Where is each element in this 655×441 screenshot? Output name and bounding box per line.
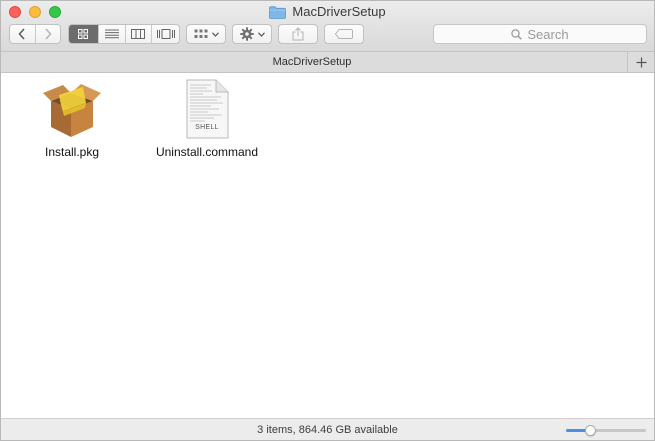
columns-icon bbox=[131, 29, 146, 39]
status-bar: 3 items, 864.46 GB available bbox=[1, 418, 654, 440]
back-button[interactable] bbox=[10, 25, 35, 43]
gear-icon bbox=[239, 27, 254, 41]
file-item-uninstall-command[interactable]: SHELL Uninstall.command bbox=[147, 79, 267, 159]
tag-icon bbox=[335, 29, 353, 39]
tab-bar: MacDriverSetup bbox=[1, 52, 654, 73]
arrange-button[interactable] bbox=[186, 24, 226, 44]
file-icon-view: Install.pkg SHELL Uninstall.command bbox=[1, 73, 654, 418]
file-name: Uninstall.command bbox=[155, 145, 259, 159]
title-bar: MacDriverSetup Search bbox=[1, 1, 654, 52]
search-placeholder: Search bbox=[527, 26, 569, 42]
file-item-install-pkg[interactable]: Install.pkg bbox=[27, 81, 117, 159]
chevron-left-icon bbox=[18, 28, 26, 40]
icon-view-button[interactable] bbox=[69, 25, 98, 43]
coverflow-view-button[interactable] bbox=[151, 25, 179, 43]
forward-button[interactable] bbox=[34, 25, 60, 43]
column-view-button[interactable] bbox=[124, 25, 152, 43]
grid-icon bbox=[78, 29, 89, 39]
slider-knob[interactable] bbox=[585, 425, 596, 436]
chevron-down-icon bbox=[211, 31, 219, 37]
icon-size-slider[interactable] bbox=[566, 425, 646, 436]
share-button[interactable] bbox=[278, 24, 318, 44]
file-name: Install.pkg bbox=[44, 145, 100, 159]
share-icon bbox=[292, 27, 304, 41]
chevron-down-icon bbox=[257, 31, 265, 37]
chevron-right-icon bbox=[45, 28, 52, 40]
search-field[interactable]: Search bbox=[433, 24, 647, 44]
coverflow-icon bbox=[156, 29, 175, 39]
package-icon bbox=[43, 84, 101, 137]
view-mode-segmented-control bbox=[68, 24, 180, 44]
list-view-button[interactable] bbox=[97, 25, 125, 43]
list-icon bbox=[104, 29, 119, 39]
tab-title[interactable]: MacDriverSetup bbox=[1, 52, 623, 72]
window-title-text: MacDriverSetup bbox=[292, 4, 386, 19]
tags-button[interactable] bbox=[324, 24, 364, 44]
new-tab-button[interactable] bbox=[627, 52, 654, 72]
status-text: 3 items, 864.46 GB available bbox=[257, 424, 398, 436]
search-icon bbox=[511, 28, 523, 40]
arrange-grid-icon bbox=[194, 29, 207, 38]
window-title: MacDriverSetup bbox=[1, 4, 654, 20]
shell-badge: SHELL bbox=[195, 124, 219, 131]
folder-icon bbox=[269, 5, 287, 19]
action-button[interactable] bbox=[232, 24, 272, 44]
finder-window: MacDriverSetup Search MacDriverSetup Ins… bbox=[0, 0, 655, 441]
navigation-buttons bbox=[9, 24, 61, 44]
plus-icon bbox=[636, 57, 646, 67]
